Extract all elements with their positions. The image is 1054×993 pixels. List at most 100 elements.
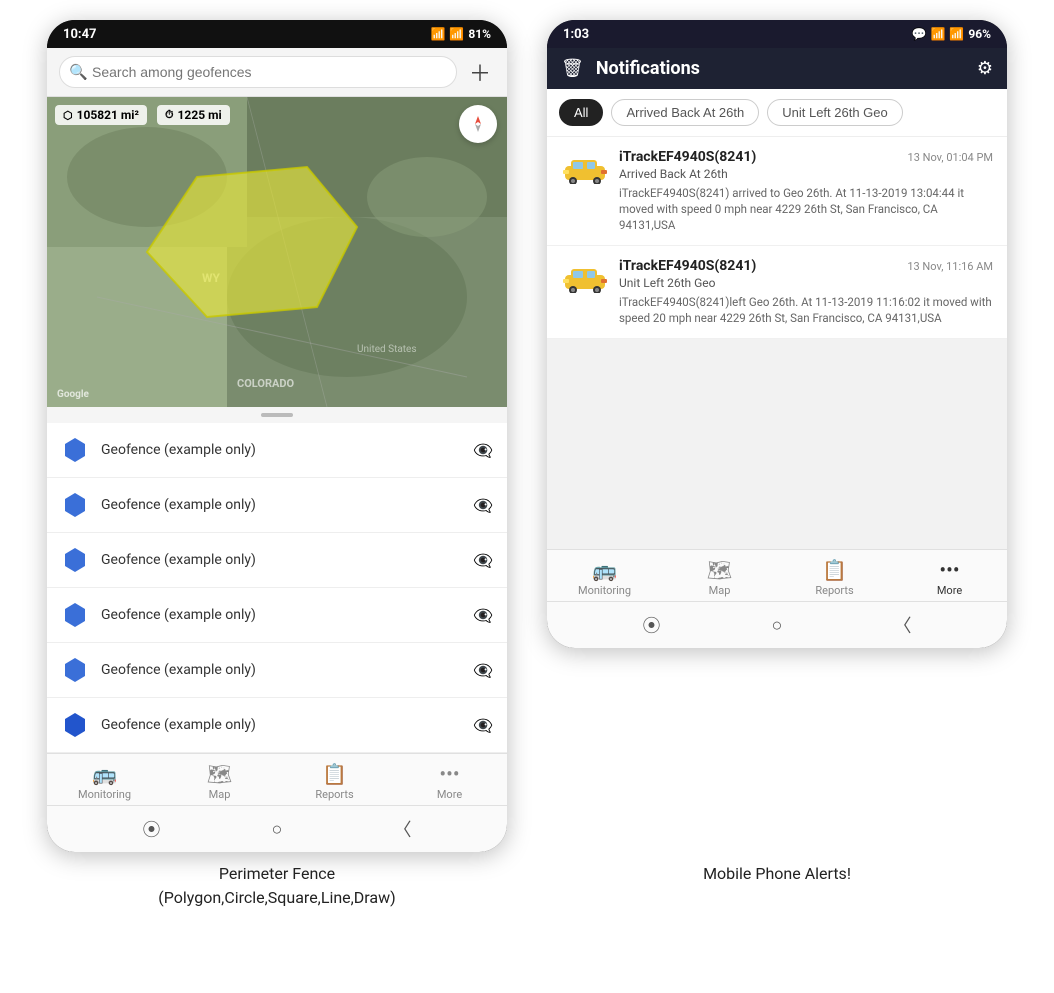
add-geofence-button[interactable]: ＋ <box>465 56 495 88</box>
geofence-icon <box>61 491 89 519</box>
signal2-icon: 📶 <box>949 27 964 41</box>
chat-icon: 💬 <box>912 27 927 41</box>
notification-description: iTrackEF4940S(8241) arrived to Geo 26th.… <box>619 185 993 233</box>
scroll-indicator <box>47 407 507 423</box>
geofence-label: Geofence (example only) <box>101 442 461 458</box>
nav-map[interactable]: 🗺 Map <box>190 762 250 801</box>
geofence-icon <box>61 711 89 739</box>
phone1-status-bar: 10:47 📶 📶 81% <box>47 20 507 48</box>
map2-icon: 🗺 <box>707 558 732 582</box>
battery-text: 81% <box>468 27 491 41</box>
nav2-map[interactable]: 🗺 Map <box>690 558 750 597</box>
phone2-status-bar: 1:03 💬 📶 📶 96% <box>547 20 1007 48</box>
notification-header-row: iTrackEF4940S(8241) 13 Nov, 01:04 PM <box>619 149 993 165</box>
notification-header-row: iTrackEF4940S(8241) 13 Nov, 11:16 AM <box>619 258 993 274</box>
nav-reports[interactable]: 📋 Reports <box>305 762 365 801</box>
nav2-reports-label: Reports <box>815 584 853 597</box>
phone2-bottom-nav: 🚌 Monitoring 🗺 Map 📋 Reports ••• More <box>547 549 1007 601</box>
filter-left[interactable]: Unit Left 26th Geo <box>767 99 903 126</box>
nav-monitoring[interactable]: 🚌 Monitoring <box>75 762 135 801</box>
visibility-icon[interactable]: 👁‍🗨 <box>473 441 493 460</box>
delete-button[interactable]: 🗑 <box>561 58 584 79</box>
filter-arrived[interactable]: Arrived Back At 26th <box>611 99 759 126</box>
android-home-icon[interactable]: ○ <box>272 819 283 840</box>
geofence-label: Geofence (example only) <box>101 497 461 513</box>
nav-monitoring-label: Monitoring <box>78 788 131 801</box>
search-input[interactable] <box>59 56 457 88</box>
search-wrapper: 🔍 <box>59 56 457 88</box>
phone1-time: 10:47 <box>63 27 97 42</box>
android-menu-icon[interactable]: ⦿ <box>143 816 161 842</box>
visibility-icon[interactable]: 👁‍🗨 <box>473 716 493 735</box>
visibility-icon[interactable]: 👁‍🗨 <box>473 661 493 680</box>
notification-card[interactable]: iTrackEF4940S(8241) 13 Nov, 01:04 PM Arr… <box>547 137 1007 246</box>
phone1: 10:47 📶 📶 81% 🔍 ＋ <box>47 20 507 852</box>
nav2-more[interactable]: ••• More <box>920 558 980 597</box>
notifications-empty-area <box>547 339 1007 549</box>
phone1-android-nav: ⦿ ○ 〈 <box>47 805 507 852</box>
nav2-map-label: Map <box>709 584 731 597</box>
nav2-reports[interactable]: 📋 Reports <box>805 558 865 597</box>
captions-row: Perimeter Fence (Polygon,Circle,Square,L… <box>0 852 1054 910</box>
notifications-title: Notifications <box>596 58 965 79</box>
battery2-text: 96% <box>968 27 991 41</box>
signal-icon: 📶 <box>449 27 464 41</box>
search-icon: 🔍 <box>69 63 88 81</box>
list-item[interactable]: Geofence (example only) 👁‍🗨 <box>47 588 507 643</box>
android-back-icon[interactable]: 〈 <box>393 816 411 842</box>
notification-time: 13 Nov, 11:16 AM <box>907 260 993 273</box>
nav-map-label: Map <box>209 788 231 801</box>
phone2-caption: Mobile Phone Alerts! <box>547 862 1007 910</box>
car-image-2 <box>561 262 609 294</box>
geofence-icon <box>61 436 89 464</box>
nav2-monitoring[interactable]: 🚌 Monitoring <box>575 558 635 597</box>
distance-value: 1225 mi <box>178 108 222 122</box>
nav2-monitoring-label: Monitoring <box>578 584 631 597</box>
nav-reports-label: Reports <box>315 788 353 801</box>
list-item[interactable]: Geofence (example only) 👁‍🗨 <box>47 643 507 698</box>
more-icon: ••• <box>439 762 459 786</box>
monitoring-icon: 🚌 <box>92 762 117 786</box>
car-icon <box>561 154 609 184</box>
area-stat: ⬡ 105821 mi² <box>55 105 147 125</box>
device-name: iTrackEF4940S(8241) <box>619 149 756 165</box>
reports-icon: 📋 <box>322 762 347 786</box>
list-item[interactable]: Geofence (example only) 👁‍🗨 <box>47 423 507 478</box>
caption1-line2: (Polygon,Circle,Square,Line,Draw) <box>158 888 395 907</box>
android2-back-icon[interactable]: 〈 <box>893 612 911 638</box>
notification-card[interactable]: iTrackEF4940S(8241) 13 Nov, 11:16 AM Uni… <box>547 246 1007 339</box>
list-item[interactable]: Geofence (example only) 👁‍🗨 <box>47 533 507 588</box>
phone1-status-icons: 📶 📶 81% <box>430 27 491 41</box>
geofence-label: Geofence (example only) <box>101 552 461 568</box>
more2-icon: ••• <box>939 558 959 582</box>
compass-button[interactable] <box>459 105 497 143</box>
android2-menu-icon[interactable]: ⦿ <box>643 612 661 638</box>
map-background: WY COLORADO United States Google <box>47 97 507 407</box>
map-stats: ⬡ 105821 mi² ⏱ 1225 mi <box>55 105 230 125</box>
notification-event: Unit Left 26th Geo <box>619 276 993 290</box>
geofence-label: Geofence (example only) <box>101 717 461 733</box>
svg-text:Google: Google <box>57 389 89 400</box>
phone2: 1:03 💬 📶 📶 96% 🗑 Notifications ⚙ All Arr… <box>547 20 1007 648</box>
filter-tabs: All Arrived Back At 26th Unit Left 26th … <box>547 89 1007 137</box>
nav2-more-label: More <box>937 584 962 597</box>
filter-all[interactable]: All <box>559 99 603 126</box>
geofence-icon <box>61 601 89 629</box>
geofence-label: Geofence (example only) <box>101 607 461 623</box>
wifi2-icon: 📶 <box>930 27 945 41</box>
list-item[interactable]: Geofence (example only) 👁‍🗨 <box>47 478 507 533</box>
list-item[interactable]: Geofence (example only) 👁‍🗨 <box>47 698 507 753</box>
area-value: 105821 mi² <box>77 108 139 122</box>
caption2-text: Mobile Phone Alerts! <box>703 864 851 883</box>
map-icon: 🗺 <box>207 762 232 786</box>
map-area[interactable]: WY COLORADO United States Google ⬡ 10582… <box>47 97 507 407</box>
settings-button[interactable]: ⚙ <box>977 58 993 79</box>
visibility-icon[interactable]: 👁‍🗨 <box>473 606 493 625</box>
android2-home-icon[interactable]: ○ <box>772 615 783 636</box>
geofence-icon <box>61 546 89 574</box>
geofence-list: Geofence (example only) 👁‍🗨 Geofence (ex… <box>47 423 507 753</box>
visibility-icon[interactable]: 👁‍🗨 <box>473 551 493 570</box>
visibility-icon[interactable]: 👁‍🗨 <box>473 496 493 515</box>
car-image-1 <box>561 153 609 185</box>
nav-more[interactable]: ••• More <box>420 762 480 801</box>
